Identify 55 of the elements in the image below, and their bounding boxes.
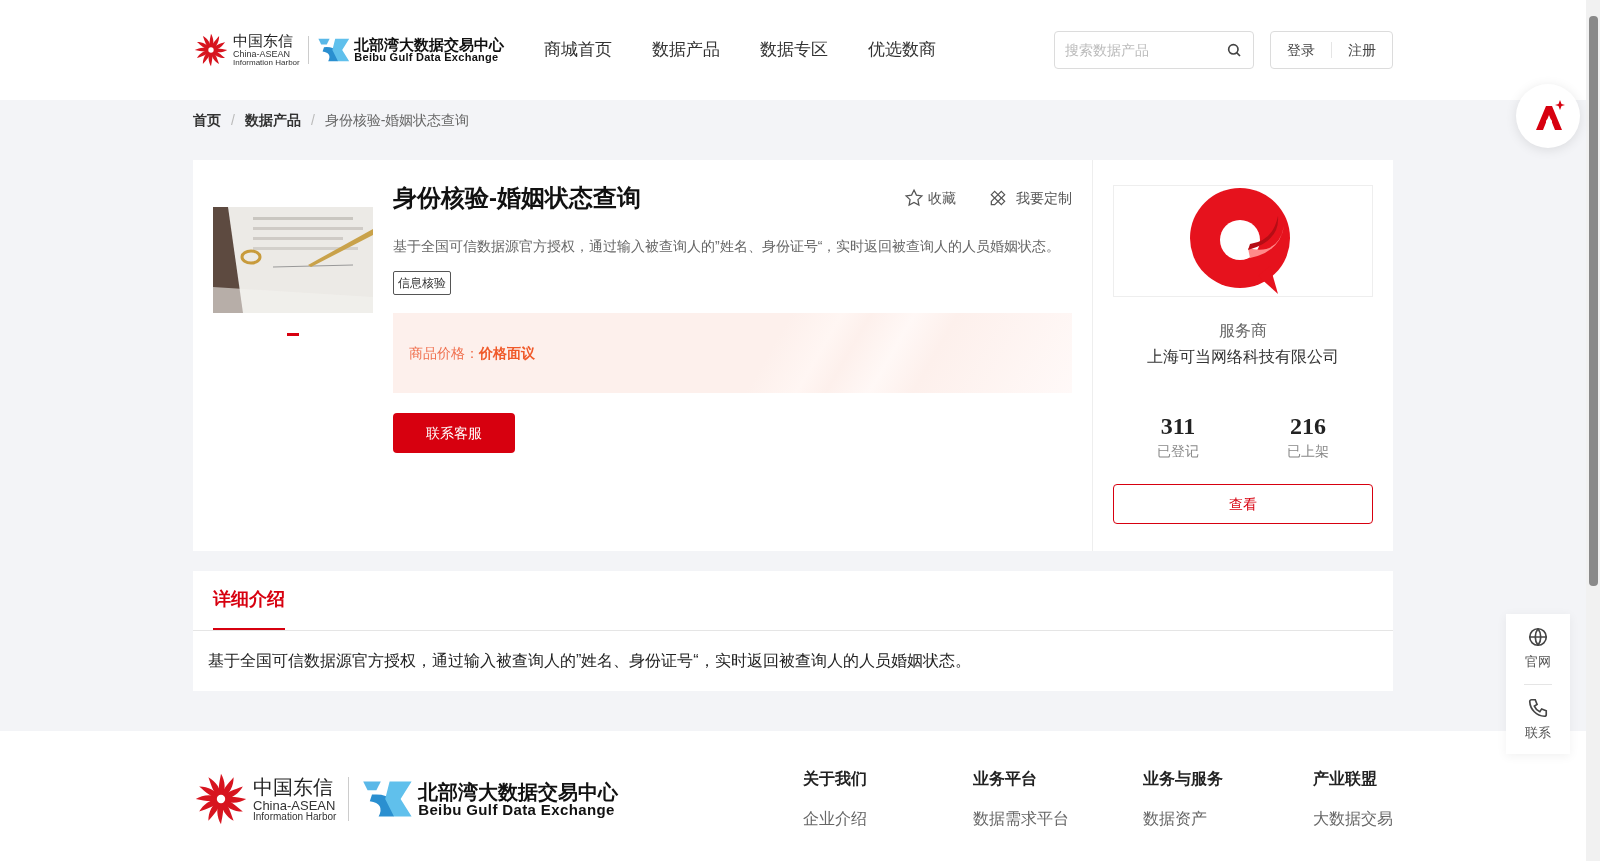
price-label: 商品价格： <box>409 343 479 363</box>
globe-icon <box>1527 626 1549 648</box>
search-field[interactable]: 搜索数据产品 <box>1054 31 1254 69</box>
footer-heading: 业务与服务 <box>1143 769 1224 789</box>
footer-heading: 业务平台 <box>973 769 1038 789</box>
logo-title: 中国东信 <box>253 776 334 797</box>
detail-text: 基于全国可信数据源官方授权，通过输入被查询人的”姓名、身份证号“，实时返回被查询人的人员婚姻状态。 <box>207 651 972 671</box>
nav-link[interactable]: 商城首页 <box>544 37 613 63</box>
price-value: 价格面议 <box>479 343 535 363</box>
stat-label: 已上架 <box>1287 442 1329 461</box>
logo-subtitle: Information Harbor <box>233 59 300 67</box>
logo-subtitle: China-ASEAN <box>253 798 337 812</box>
nav-link[interactable]: 数据产品 <box>652 37 721 63</box>
flower-logo-icon <box>193 32 229 68</box>
view-button[interactable]: 查看 <box>1113 484 1373 524</box>
logo-subtitle: Beibu Gulf Data Exchange <box>354 52 499 63</box>
side-panel-item[interactable]: 官网 <box>1525 622 1551 676</box>
nav-link[interactable]: 优选数商 <box>868 37 937 63</box>
footer-link[interactable]: 大数据交易 <box>1313 807 1393 831</box>
footer-heading: 关于我们 <box>803 769 868 789</box>
register-link[interactable]: 注册 <box>1344 39 1380 61</box>
footer-heading: 产业联盟 <box>1313 769 1378 789</box>
breadcrumb-separator: / <box>310 110 315 130</box>
product-description: 基于全国可信数据源官方授权，通过输入被查询人的”姓名、身份证号“，实时返回被查询人的人员婚姻状态。 <box>393 237 1062 256</box>
logo-title: 北部湾大数据交易中心 <box>354 37 505 52</box>
star-icon <box>904 188 924 208</box>
breadcrumb-item[interactable]: 身份核验-婚姻状态查询 <box>324 109 470 131</box>
stat-label: 已登记 <box>1157 442 1199 461</box>
logo-subtitle: China-ASEAN <box>233 50 292 59</box>
footer-link[interactable]: 企业介绍 <box>803 807 973 831</box>
stat-value: 311 <box>1160 412 1196 441</box>
bx-logo-icon <box>316 36 351 64</box>
breadcrumb-item[interactable]: 首页 <box>193 109 221 131</box>
customize-link[interactable]: 我要定制 <box>988 187 1072 209</box>
footer-link[interactable]: 数据资产 <box>1143 807 1313 831</box>
stat-value: 216 <box>1290 412 1326 441</box>
login-link[interactable]: 登录 <box>1283 39 1319 61</box>
phone-icon <box>1527 696 1549 719</box>
scrollbar[interactable] <box>1586 0 1600 861</box>
footer-link[interactable]: 数据需求平台 <box>973 807 1143 831</box>
provider-name: 上海可当网络科技有限公司 <box>1147 347 1339 367</box>
detail-tab[interactable]: 详细介绍 <box>213 571 285 630</box>
side-panel-item[interactable]: 联系 <box>1525 692 1551 746</box>
logo-title: 北部湾大数据交易中心 <box>418 781 619 802</box>
product-title: 身份核验-婚姻状态查询 <box>393 183 641 213</box>
logo-title: 中国东信 <box>233 33 294 48</box>
logo-subtitle: Information Harbor <box>253 811 337 822</box>
contact-service-button[interactable]: 联系客服 <box>393 413 515 453</box>
search-icon[interactable] <box>1226 42 1242 58</box>
breadcrumb-separator: / <box>231 110 235 130</box>
breadcrumb-item[interactable]: 数据产品 <box>244 109 301 131</box>
provider-role: 服务商 <box>1219 321 1267 341</box>
favorite-link[interactable]: 收藏 <box>904 187 956 209</box>
nav-link[interactable]: 数据专区 <box>760 37 829 63</box>
product-tag: 信息核验 <box>393 271 451 295</box>
